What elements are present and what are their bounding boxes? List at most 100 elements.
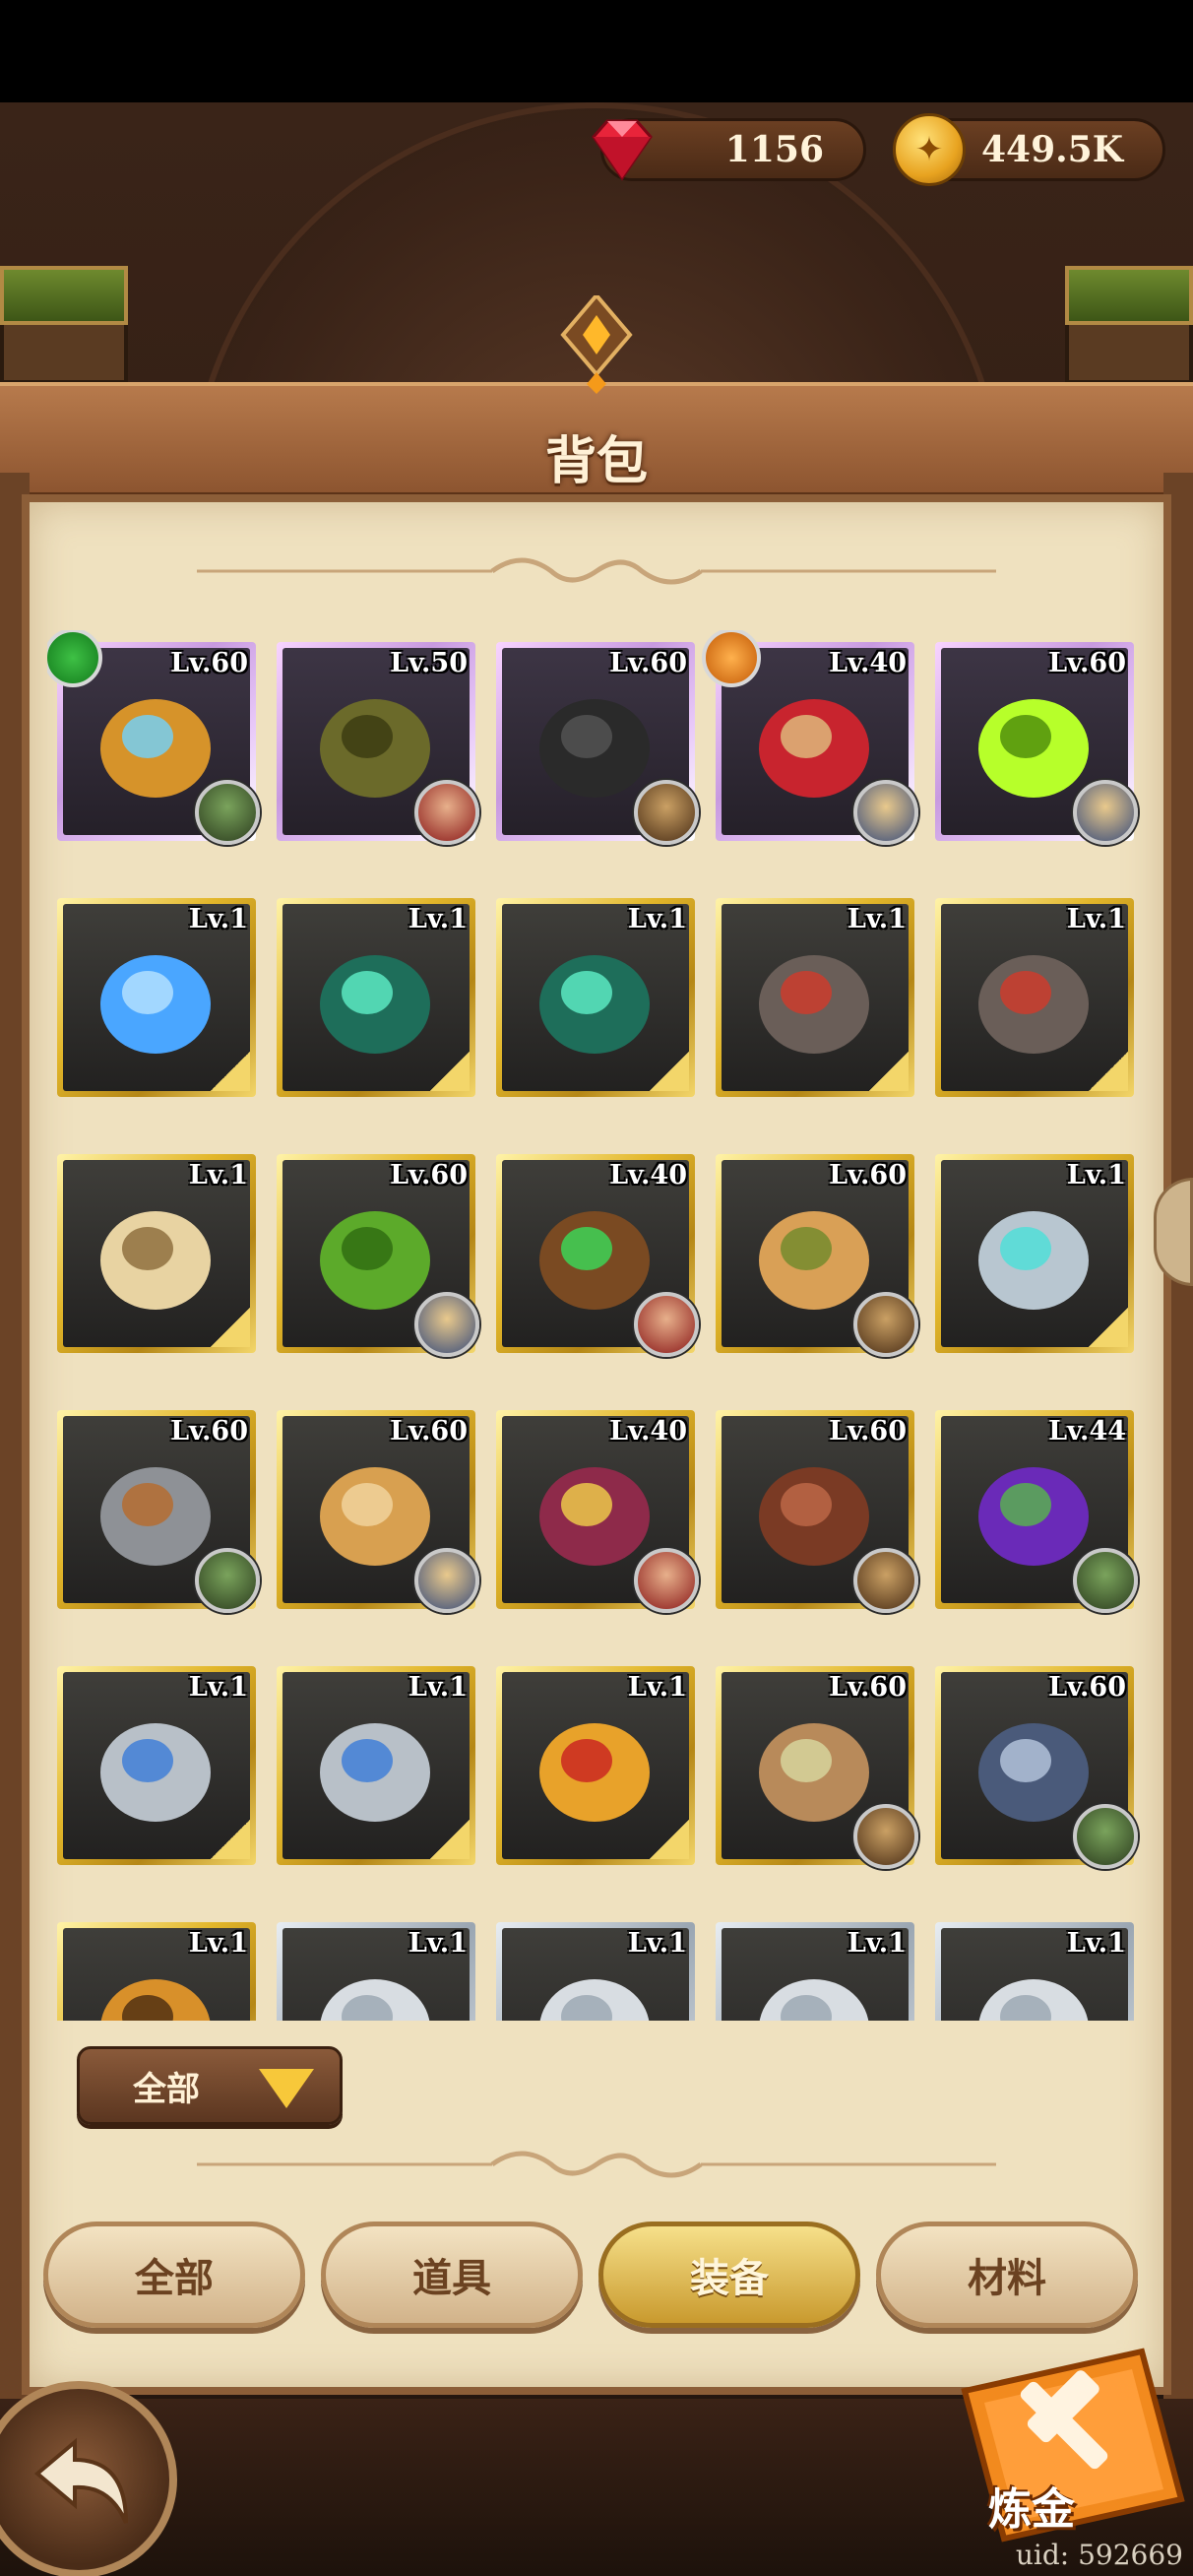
status-bar — [0, 0, 1193, 102]
inventory-slot[interactable]: Lv.60 — [496, 642, 699, 845]
inventory-slot[interactable]: Lv.60 — [716, 1410, 918, 1613]
item-level: Lv.1 — [847, 1928, 907, 1959]
item-level: Lv.60 — [829, 1416, 907, 1447]
item-level: Lv.1 — [1066, 1928, 1126, 1959]
hero-avatar — [195, 1548, 260, 1613]
tab-all[interactable]: 全部 — [43, 2222, 305, 2328]
diamond-ornament-icon — [560, 295, 633, 394]
item-level: Lv.60 — [1048, 1672, 1126, 1703]
item-level: Lv.1 — [408, 1928, 468, 1959]
tab-items[interactable]: 道具 — [321, 2222, 583, 2328]
item-level: Lv.40 — [609, 1416, 687, 1447]
tab-label: 装备 — [690, 2256, 769, 2301]
plate-armor-icon — [320, 1723, 430, 1822]
inventory-slot[interactable]: Lv.60 — [716, 1666, 918, 1869]
top-divider — [197, 557, 996, 585]
inventory-slot[interactable]: Lv.1 — [277, 1922, 475, 2021]
inventory-slot[interactable]: Lv.1 — [57, 1922, 256, 2021]
teal-flame-icon — [539, 955, 650, 1054]
gem-counter[interactable]: 1156 — [592, 118, 866, 181]
inventory-slot[interactable]: Lv.1 — [57, 1154, 256, 1353]
hero-avatar — [1073, 1548, 1138, 1613]
hood-icon — [759, 1979, 869, 2021]
item-level: Lv.40 — [609, 1160, 687, 1191]
inventory-slot[interactable]: Lv.50 — [277, 642, 479, 845]
hero-avatar — [634, 1548, 699, 1613]
inventory-slot[interactable]: Lv.44 — [935, 1410, 1138, 1613]
hero-avatar — [853, 1804, 918, 1869]
inventory-slot[interactable]: Lv.60 — [716, 1154, 918, 1357]
inventory-slot[interactable]: Lv.1 — [277, 898, 475, 1097]
hero-avatar — [1073, 1804, 1138, 1869]
item-level: Lv.1 — [188, 1928, 248, 1959]
inventory-slot[interactable]: Lv.1 — [496, 1922, 695, 2021]
bottom-divider — [197, 2151, 996, 2178]
rock-icon — [759, 955, 869, 1054]
hood-icon — [320, 1979, 430, 2021]
inventory-slot[interactable]: Lv.60 — [277, 1154, 479, 1357]
page-title: 背包 — [544, 432, 648, 491]
tab-label: 全部 — [135, 2256, 214, 2301]
inventory-slot[interactable]: Lv.60 — [57, 1410, 260, 1613]
item-level: Lv.50 — [390, 648, 468, 678]
gold-value: 449.5K — [980, 129, 1123, 170]
hero-avatar — [853, 1292, 918, 1357]
inventory-slot[interactable]: Lv.1 — [496, 898, 695, 1097]
inventory-slot[interactable]: Lv.60 — [935, 1666, 1138, 1869]
inventory-slot[interactable]: Lv.1 — [935, 898, 1134, 1097]
item-level: Lv.1 — [408, 904, 468, 934]
hood-icon — [978, 1979, 1089, 2021]
item-level: Lv.1 — [188, 1160, 248, 1191]
hero-avatar — [853, 1548, 918, 1613]
inventory-slot[interactable]: Lv.1 — [716, 898, 914, 1097]
uid-label: uid: 592669 — [1015, 2539, 1183, 2571]
inventory-slot[interactable]: Lv.40 — [702, 630, 918, 845]
hero-avatar — [634, 1292, 699, 1357]
inventory-slot[interactable]: Lv.60 — [935, 642, 1138, 845]
tab-equipment[interactable]: 装备 — [598, 2222, 860, 2328]
flames-icon — [100, 1979, 211, 2021]
inventory-slot[interactable]: Lv.1 — [57, 898, 256, 1097]
inventory-slot[interactable]: Lv.40 — [496, 1154, 699, 1357]
inventory-slot[interactable]: Lv.1 — [277, 1666, 475, 1865]
item-level: Lv.60 — [170, 1416, 248, 1447]
item-level: Lv.44 — [1048, 1416, 1126, 1447]
tab-label: 材料 — [968, 2256, 1046, 2301]
inventory-slot[interactable]: Lv.40 — [496, 1410, 699, 1613]
filter-label: 全部 — [133, 2069, 200, 2109]
item-level: Lv.60 — [170, 648, 248, 678]
item-level: Lv.1 — [627, 1672, 687, 1703]
gem-icon — [592, 119, 653, 181]
rock-icon — [978, 955, 1089, 1054]
hero-avatar — [414, 780, 479, 845]
left-pillar — [0, 266, 128, 384]
inventory-slot[interactable]: Lv.1 — [496, 1666, 695, 1865]
fan-icon — [978, 1211, 1089, 1310]
item-level: Lv.60 — [390, 1416, 468, 1447]
blue-gem-icon — [100, 955, 211, 1054]
hero-avatar — [195, 780, 260, 845]
item-grid: Lv.60 Lv.50 Lv.60 Lv.40 Lv.60 Lv.1 Lv.1 Lv.1 Lv.… — [47, 630, 1150, 2021]
set-badge-icon — [702, 630, 761, 687]
inventory-slot[interactable]: Lv.1 — [935, 1922, 1134, 2021]
tab-materials[interactable]: 材料 — [876, 2222, 1138, 2328]
inventory-slot[interactable]: Lv.60 — [277, 1410, 479, 1613]
inventory-slot[interactable]: Lv.1 — [57, 1666, 256, 1865]
inventory-slot[interactable]: Lv.60 — [47, 630, 260, 845]
inventory-slot[interactable]: Lv.1 — [935, 1154, 1134, 1353]
map-icon — [100, 1211, 211, 1310]
alchemy-label: 炼金 — [988, 2484, 1075, 2535]
gem-value: 1156 — [724, 129, 824, 170]
hero-avatar — [1073, 780, 1138, 845]
item-level: Lv.60 — [1048, 648, 1126, 678]
teal-flame-icon — [320, 955, 430, 1054]
inventory-slot[interactable]: Lv.1 — [716, 1922, 914, 2021]
item-level: Lv.60 — [829, 1160, 907, 1191]
filter-dropdown[interactable]: 全部 — [77, 2046, 343, 2125]
tab-label: 道具 — [412, 2256, 491, 2301]
chevron-down-icon — [259, 2069, 314, 2108]
plate-armor-icon — [100, 1723, 211, 1822]
item-level: Lv.1 — [627, 904, 687, 934]
item-level: Lv.1 — [408, 1672, 468, 1703]
gold-counter[interactable]: ✦ 449.5K — [893, 113, 1165, 186]
